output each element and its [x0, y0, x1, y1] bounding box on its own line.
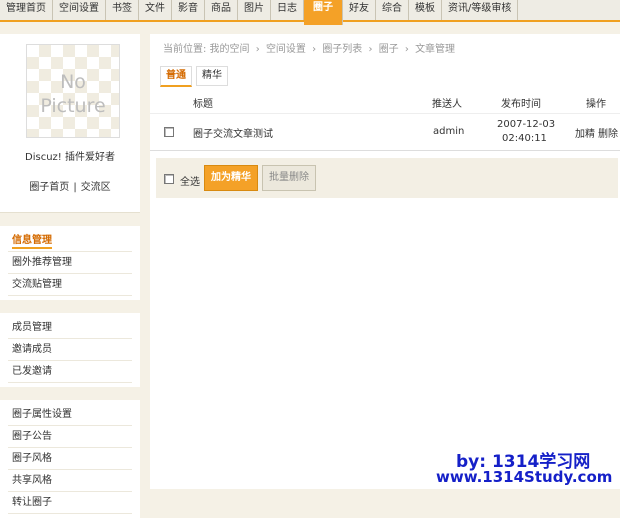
article-tabs: 普通 精华	[160, 66, 232, 87]
article-sender: admin	[433, 126, 465, 137]
sidebar-item-transfer-circle[interactable]: 转让圈子	[8, 492, 132, 514]
sidebar-item-label: 信息管理	[12, 235, 52, 249]
avatar: No Picture	[26, 44, 120, 138]
header-operations: 操作	[586, 99, 606, 110]
circle-home-link[interactable]: 圈子首页	[29, 182, 69, 193]
tab-blog[interactable]: 日志	[271, 0, 304, 20]
sidebar-group-settings: 圈子属性设置 圈子公告 圈子风格 共享风格 转让圈子	[0, 400, 140, 518]
tab-friends[interactable]: 好友	[343, 0, 376, 20]
tab-space-settings[interactable]: 空间设置	[53, 0, 106, 20]
breadcrumb-circle-list[interactable]: 圈子列表	[322, 44, 362, 55]
table-header: 标题 推送人 发布时间 操作	[150, 91, 620, 114]
row-checkbox[interactable]	[164, 127, 174, 137]
link-separator: |	[73, 182, 77, 193]
tab-general[interactable]: 综合	[376, 0, 409, 20]
breadcrumb-sep: ›	[312, 44, 317, 55]
breadcrumb-sep: ›	[368, 44, 373, 55]
tab-templates[interactable]: 模板	[409, 0, 442, 20]
article-date: 2007-12-03	[497, 119, 556, 130]
bulk-action-bar: 全选 加为精华 批量删除	[156, 158, 618, 198]
circle-name: Discuz! 插件爱好者	[25, 152, 115, 163]
tab-files[interactable]: 文件	[139, 0, 172, 20]
feature-action-link[interactable]: 加精	[575, 125, 595, 140]
tab-images[interactable]: 图片	[238, 0, 271, 20]
tab-news-level-review[interactable]: 资讯/等级审核	[442, 0, 519, 20]
select-all-label[interactable]: 全选	[180, 173, 200, 188]
sidebar-item-exchange-posts[interactable]: 交流贴管理	[8, 274, 132, 296]
sidebar-group-members: 成员管理 邀请成员 已发邀请	[0, 313, 140, 387]
top-navigation: 管理首页 空间设置 书签 文件 影音 商品 图片 日志 圈子 好友 综合 模板 …	[0, 0, 620, 25]
avatar-placeholder-line2: Picture	[40, 95, 106, 117]
sidebar-item-circle-announcement[interactable]: 圈子公告	[8, 426, 132, 448]
sidebar-item-external-recommend[interactable]: 圈外推荐管理	[8, 252, 132, 274]
delete-action-link[interactable]: 删除	[598, 125, 618, 140]
tab-bookmarks[interactable]: 书签	[106, 0, 139, 20]
breadcrumb: 当前位置: 我的空间 › 空间设置 › 圈子列表 › 圈子 › 文章管理	[163, 40, 455, 55]
main-panel: 当前位置: 我的空间 › 空间设置 › 圈子列表 › 圈子 › 文章管理 普通 …	[150, 34, 620, 489]
table-row: 圈子交流文章测试 admin 2007-12-03 02:40:11 加精 删除	[150, 114, 620, 151]
header-publish-time: 发布时间	[501, 99, 541, 110]
sidebar-group-info: 信息管理 圈外推荐管理 交流贴管理	[0, 226, 140, 300]
add-to-featured-button[interactable]: 加为精华	[204, 165, 258, 191]
sidebar-item-circle-style[interactable]: 圈子风格	[8, 448, 132, 470]
select-all-checkbox[interactable]	[164, 174, 174, 184]
breadcrumb-sep: ›	[255, 44, 260, 55]
tab-circles[interactable]: 圈子	[304, 0, 343, 25]
breadcrumb-space-settings[interactable]: 空间设置	[266, 44, 306, 55]
tab-normal[interactable]: 普通	[160, 66, 192, 87]
sidebar-item-invite-members[interactable]: 邀请成员	[8, 339, 132, 361]
sidebar-item-member-management[interactable]: 成员管理	[8, 317, 132, 339]
left-sidebar: No Picture Discuz! 插件爱好者 圈子首页 | 交流区 信息管理 圈…	[0, 34, 140, 518]
header-title: 标题	[193, 99, 213, 110]
tab-admin-home[interactable]: 管理首页	[0, 0, 53, 20]
sidebar-item-sent-invites[interactable]: 已发邀请	[8, 361, 132, 383]
profile-card: No Picture Discuz! 插件爱好者 圈子首页 | 交流区	[0, 34, 140, 213]
article-title[interactable]: 圈子交流文章测试	[193, 125, 273, 140]
profile-links: 圈子首页 | 交流区	[0, 178, 140, 193]
breadcrumb-circle[interactable]: 圈子	[379, 44, 399, 55]
avatar-placeholder-line1: No	[60, 71, 86, 93]
article-time: 02:40:11	[502, 133, 547, 144]
breadcrumb-prefix[interactable]: 当前位置: 我的空间	[163, 44, 250, 55]
tab-media[interactable]: 影音	[172, 0, 205, 20]
sidebar-item-info-management[interactable]: 信息管理	[8, 230, 132, 252]
tab-products[interactable]: 商品	[205, 0, 238, 20]
sidebar-item-circle-properties[interactable]: 圈子属性设置	[8, 404, 132, 426]
watermark-line2: www.1314Study.com	[436, 468, 613, 486]
bulk-delete-button[interactable]: 批量删除	[262, 165, 316, 191]
header-sender: 推送人	[432, 99, 462, 110]
tab-featured[interactable]: 精华	[196, 66, 228, 86]
exchange-area-link[interactable]: 交流区	[81, 182, 111, 193]
breadcrumb-article-management: 文章管理	[415, 44, 456, 55]
breadcrumb-sep: ›	[404, 44, 409, 55]
